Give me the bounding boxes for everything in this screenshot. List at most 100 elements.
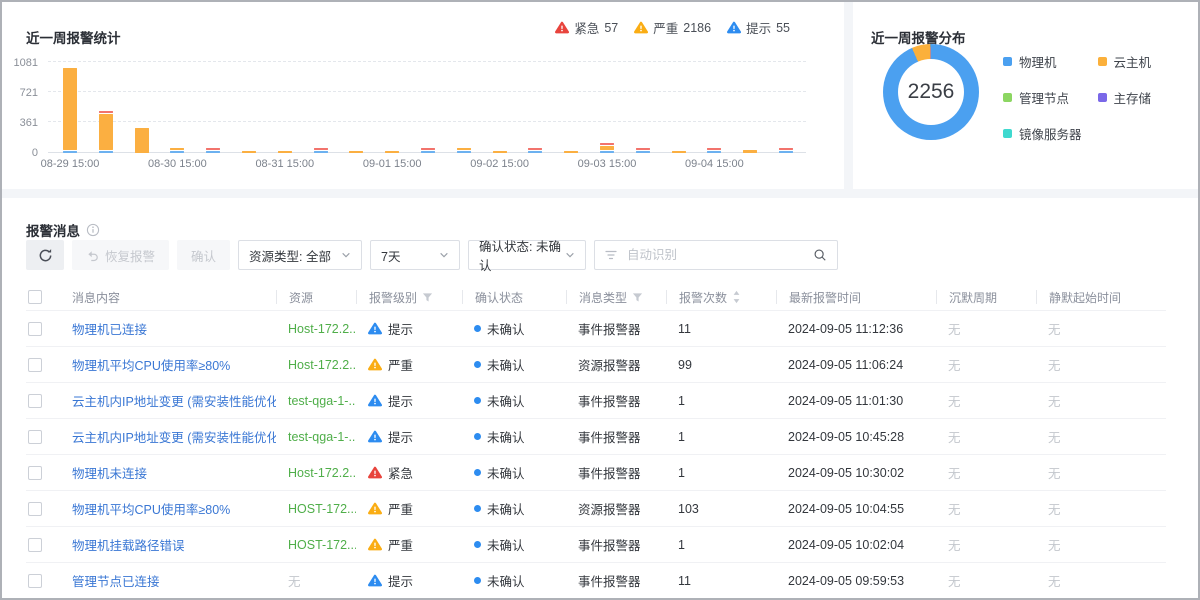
message-content-link[interactable]: 云主机内IP地址变更 (需安装性能优化工具)	[72, 391, 276, 410]
message-type-cell: 资源报警器	[566, 499, 666, 518]
search-icon[interactable]	[813, 248, 827, 262]
row-checkbox[interactable]	[28, 502, 42, 516]
message-content-link[interactable]: 物理机平均CPU使用率≥80%	[72, 355, 230, 374]
column-header-label: 资源	[289, 289, 313, 306]
resource-link[interactable]: Host-172.2...	[288, 322, 356, 336]
alert-level-label: 严重	[388, 499, 413, 518]
bar-segment-严重	[457, 148, 471, 150]
message-content-link[interactable]: 物理机已连接	[72, 319, 147, 338]
donut-total: 2256	[908, 80, 955, 104]
warning-triangle-icon	[368, 574, 382, 587]
row-checkbox[interactable]	[28, 538, 42, 552]
row-checkbox-cell	[26, 574, 60, 588]
alerts-table-header: 消息内容资源报警级别确认状态消息类型报警次数最新报警时间沉默周期静默起始时间	[26, 284, 1166, 310]
column-header: 确认状态	[462, 290, 566, 304]
message-content-link[interactable]: 云主机内IP地址变更 (需安装性能优化工具)	[72, 427, 276, 446]
alert-count-cell: 1	[666, 538, 776, 552]
alert-count-value: 1	[678, 538, 685, 552]
row-checkbox[interactable]	[28, 466, 42, 480]
x-axis-tick-label: 09-02 15:00	[470, 158, 529, 170]
latest-alert-time-value: 2024-09-05 10:45:28	[788, 430, 904, 444]
select-all-checkbox[interactable]	[28, 290, 42, 304]
resource-link[interactable]: Host-172.2...	[288, 358, 356, 372]
funnel-filter-icon[interactable]	[422, 292, 433, 303]
bar-segment-提示	[636, 151, 650, 153]
resource-link[interactable]: HOST-172....	[288, 538, 356, 552]
alert-count-cell: 1	[666, 394, 776, 408]
resource-link[interactable]: test-qga-1-...	[288, 430, 356, 444]
silence-period-value: 无	[948, 391, 961, 410]
silence-period-value: 无	[948, 535, 961, 554]
legend-swatch	[1003, 93, 1012, 102]
stats-panel-title: 近一周报警统计	[26, 27, 121, 47]
bar-chart-x-axis: 08-29 15:0008-30 15:0008-31 15:0009-01 1…	[48, 158, 806, 174]
ack-status-label: 未确认	[487, 319, 525, 338]
bar-group	[278, 151, 292, 153]
info-icon[interactable]	[86, 223, 100, 237]
resource-link[interactable]: test-qga-1-...	[288, 394, 356, 408]
silence-start-value: 无	[1048, 391, 1061, 410]
distribution-panel-title: 近一周报警分布	[871, 27, 966, 47]
refresh-button[interactable]	[26, 240, 64, 270]
bar-group	[564, 151, 578, 153]
message-type-label: 事件报警器	[578, 571, 641, 590]
status-dot-icon	[474, 577, 481, 584]
resource-type-select[interactable]: 资源类型: 全部	[238, 240, 362, 270]
row-checkbox[interactable]	[28, 430, 42, 444]
ack-status-cell: 未确认	[462, 463, 566, 482]
severity-legend-item: 提示55	[727, 18, 790, 37]
silence-start-value: 无	[1048, 319, 1061, 338]
ack-status-select[interactable]: 确认状态: 未确认	[468, 240, 586, 270]
alert-level-cell: 提示	[356, 571, 462, 590]
weekly-alert-distribution-panel: 近一周报警分布 2256 物理机云主机管理节点主存储镜像服务器	[853, 2, 1198, 189]
sort-icon[interactable]	[732, 290, 741, 304]
alert-level-label: 提示	[388, 391, 413, 410]
message-content-link[interactable]: 物理机挂载路径错误	[72, 535, 185, 554]
row-checkbox[interactable]	[28, 322, 42, 336]
bar-group	[99, 111, 113, 153]
row-checkbox[interactable]	[28, 358, 42, 372]
resource-cell: 无	[276, 571, 356, 590]
bar-segment-紧急	[779, 148, 793, 150]
row-checkbox-cell	[26, 322, 60, 336]
bar-segment-提示	[314, 151, 328, 153]
table-row: 管理节点已连接无提示未确认事件报警器112024-09-05 09:59:53无…	[26, 562, 1166, 598]
ack-status-cell: 未确认	[462, 535, 566, 554]
row-checkbox[interactable]	[28, 574, 42, 588]
restore-alert-button[interactable]: 恢复报警	[72, 240, 169, 270]
bar-segment-严重	[135, 128, 149, 153]
distribution-legend-label: 主存储	[1114, 88, 1152, 107]
column-header-label: 静默起始时间	[1049, 289, 1121, 306]
search-input[interactable]	[625, 247, 805, 263]
silence-period-value: 无	[948, 499, 961, 518]
chevron-down-icon	[341, 250, 351, 260]
silence-period-value: 无	[948, 355, 961, 374]
funnel-filter-icon[interactable]	[632, 292, 643, 303]
ack-status-label: 未确认	[487, 535, 525, 554]
distribution-legend-label: 物理机	[1019, 52, 1057, 71]
column-header-label: 报警次数	[679, 289, 727, 306]
table-row: 物理机未连接Host-172.2...紧急未确认事件报警器12024-09-05…	[26, 454, 1166, 490]
alert-level-cell: 严重	[356, 499, 462, 518]
message-content-link[interactable]: 物理机未连接	[72, 463, 147, 482]
message-content-link[interactable]: 管理节点已连接	[72, 571, 160, 590]
message-type-cell: 事件报警器	[566, 535, 666, 554]
bar-segment-严重	[564, 151, 578, 153]
latest-alert-time-cell: 2024-09-05 11:12:36	[776, 322, 936, 336]
resource-cell: HOST-172....	[276, 538, 356, 552]
alert-level-cell: 严重	[356, 355, 462, 374]
message-content-link[interactable]: 物理机平均CPU使用率≥80%	[72, 499, 230, 518]
resource-link[interactable]: Host-172.2...	[288, 466, 356, 480]
resource-link[interactable]: HOST-172....	[288, 502, 356, 516]
confirm-button[interactable]: 确认	[177, 240, 230, 270]
row-checkbox-cell	[26, 394, 60, 408]
alert-level-cell: 提示	[356, 319, 462, 338]
y-axis-tick-label: 361	[20, 117, 38, 129]
severity-legend-item: 紧急57	[555, 18, 618, 37]
row-checkbox[interactable]	[28, 394, 42, 408]
bar-group	[493, 151, 507, 153]
column-header: 最新报警时间	[776, 290, 936, 304]
period-select[interactable]: 7天	[370, 240, 460, 270]
donut-center: 2256	[898, 59, 964, 125]
bar-segment-提示	[99, 151, 113, 153]
